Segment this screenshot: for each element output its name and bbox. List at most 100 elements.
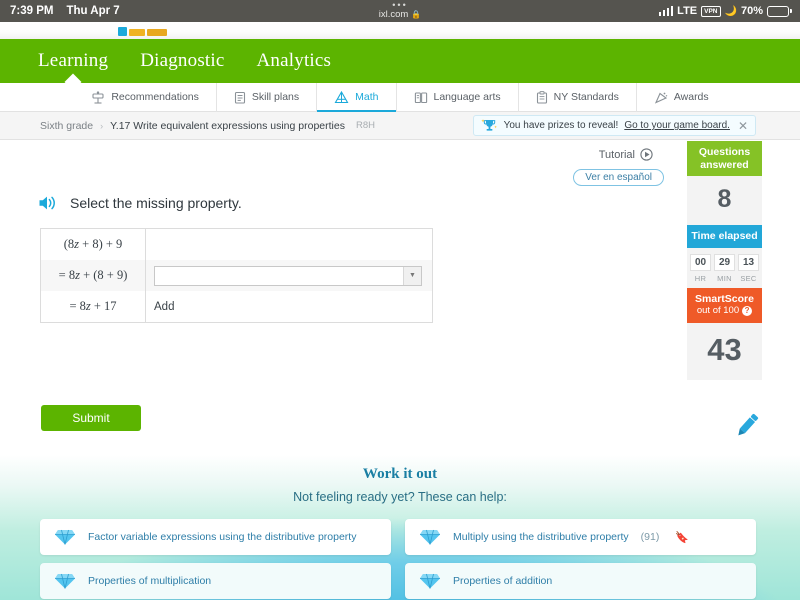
clock-hours: 00 HR — [690, 254, 711, 283]
table-row: = 8z + 17 Add — [41, 291, 432, 322]
practice-main: Select the missing property. (8z + 8) + … — [0, 140, 800, 460]
related-skill-cards: Factor variable expressions using the di… — [0, 519, 800, 599]
skill-label: Properties of addition — [453, 575, 552, 587]
language-arts-icon — [414, 91, 428, 104]
property-select-value — [155, 267, 403, 285]
prize-banner: You have prizes to reveal! Go to your ga… — [473, 115, 756, 136]
standards-icon — [536, 91, 548, 104]
skill-label: Factor variable expressions using the di… — [88, 531, 356, 543]
bookmark-icon[interactable]: 🔖 — [675, 531, 689, 544]
breadcrumb: Sixth grade › Y.17 Write equivalent expr… — [0, 120, 375, 132]
ios-status-bar: 7:39 PM Thu Apr 7 ••• ixl.com 🔒 LTE VPN … — [0, 0, 800, 22]
prize-text: You have prizes to reveal! — [504, 120, 619, 131]
subject-tab-bar: Recommendations Skill plans Math — [0, 83, 800, 112]
clock-hours-value: 00 — [690, 254, 711, 271]
game-board-link[interactable]: Go to your game board. — [624, 120, 730, 131]
clock-minutes: 29 MIN — [714, 254, 735, 283]
score-rail: Questions answered 8 Time elapsed 00 HR … — [687, 141, 762, 380]
trophy-icon — [481, 118, 498, 133]
nav-item-analytics[interactable]: Analytics — [257, 50, 332, 72]
logo-block-gold — [147, 29, 167, 36]
expression-table: (8z + 8) + 9 = 8z + (8 + 9) ▼ — [40, 228, 433, 323]
recommendations-icon — [91, 91, 105, 104]
moon-icon: 🌙 — [725, 6, 737, 17]
skill-count: (91) — [641, 531, 660, 543]
clock-minutes-label: MIN — [717, 274, 732, 283]
logo-block-blue — [118, 27, 127, 36]
tab-math[interactable]: Math — [317, 83, 396, 112]
tutorial-link[interactable]: Tutorial — [599, 148, 653, 161]
breadcrumb-grade[interactable]: Sixth grade — [40, 120, 93, 132]
submit-button[interactable]: Submit — [41, 405, 141, 431]
list-item[interactable]: Multiply using the distributive property… — [405, 519, 756, 555]
skill-label: Multiply using the distributive property — [453, 531, 629, 543]
tab-recommendations[interactable]: Recommendations — [74, 83, 217, 112]
property-cell-text: Add — [146, 291, 432, 322]
smartscore-sub: out of 100 ? — [689, 305, 760, 318]
status-bar-right: LTE VPN 🌙 70% — [659, 0, 792, 22]
expression-text-1: 8z + (8 + 9) — [69, 268, 128, 283]
primary-nav-items: Learning Diagnostic Analytics — [0, 50, 331, 72]
list-item[interactable]: Properties of multiplication — [40, 563, 391, 599]
smartscore-sub-text: out of 100 — [697, 305, 739, 318]
time-elapsed-clock: 00 HR 29 MIN 13 SEC — [687, 248, 762, 288]
nav-item-diagnostic[interactable]: Diagnostic — [140, 50, 224, 72]
ixl-logo[interactable] — [118, 25, 167, 36]
clock-hours-label: HR — [695, 274, 706, 283]
tab-language-arts[interactable]: Language arts — [397, 83, 519, 112]
property-cell-dropdown: ▼ — [146, 260, 432, 291]
primary-nav: Learning Diagnostic Analytics — [0, 39, 800, 83]
tab-overview-dots-icon: ••• — [392, 2, 407, 9]
gem-icon — [419, 528, 441, 546]
lock-icon: 🔒 — [411, 9, 421, 20]
list-item[interactable]: Factor variable expressions using the di… — [40, 519, 391, 555]
nav-item-learning[interactable]: Learning — [38, 50, 108, 72]
speaker-icon[interactable] — [38, 194, 58, 212]
clock-seconds-label: SEC — [740, 274, 756, 283]
pencil-icon[interactable] — [730, 408, 764, 442]
clock-seconds-value: 13 — [738, 254, 759, 271]
tab-awards[interactable]: Awards — [637, 83, 726, 112]
expression-text-2: 8z + 17 — [80, 299, 117, 314]
gem-icon — [54, 528, 76, 546]
close-icon[interactable]: ✕ — [738, 119, 748, 133]
chevron-down-icon[interactable]: ▼ — [403, 267, 421, 285]
ixl-skill-practice-page: 7:39 PM Thu Apr 7 ••• ixl.com 🔒 LTE VPN … — [0, 0, 800, 600]
clock-seconds: 13 SEC — [738, 254, 759, 283]
tab-ny-standards[interactable]: NY Standards — [519, 83, 637, 112]
expression-text-0: (8z + 8) + 9 — [64, 237, 123, 252]
tab-label: Language arts — [434, 91, 501, 103]
expression-cell: = 8z + 17 — [41, 291, 146, 322]
breadcrumb-separator-icon: › — [100, 121, 103, 131]
work-it-out-subtitle: Not feeling ready yet? These can help: — [0, 490, 800, 504]
gem-icon — [54, 572, 76, 590]
logo-block-yellow — [129, 29, 145, 36]
table-row: (8z + 8) + 9 — [41, 229, 432, 260]
questions-answered-value: 8 — [687, 176, 762, 225]
property-cell-empty — [146, 229, 432, 260]
play-circle-icon — [640, 148, 653, 161]
gem-icon — [419, 572, 441, 590]
question-text: Select the missing property. — [70, 195, 242, 211]
spanish-toggle-button[interactable]: Ver en español — [573, 169, 664, 186]
skill-plans-icon — [234, 91, 246, 104]
property-select[interactable]: ▼ — [154, 266, 422, 286]
help-icon[interactable]: ? — [742, 306, 752, 316]
battery-icon — [767, 6, 792, 17]
tab-label: Awards — [674, 91, 709, 103]
url-host: ixl.com — [379, 9, 409, 20]
vpn-badge: VPN — [701, 6, 720, 17]
smartscore-label: SmartScore — [689, 293, 760, 306]
work-it-out-section: Work it out Not feeling ready yet? These… — [0, 455, 800, 600]
question-prompt-row: Select the missing property. — [38, 194, 242, 212]
url-text: ixl.com 🔒 — [379, 9, 422, 20]
tab-skill-plans[interactable]: Skill plans — [217, 83, 317, 112]
work-it-out-title: Work it out — [0, 466, 800, 483]
smartscore-value: 43 — [687, 323, 762, 380]
questions-answered-header: Questions answered — [687, 141, 762, 176]
tab-label: Math — [355, 91, 378, 103]
battery-percent: 70% — [741, 5, 763, 17]
smartscore-header: SmartScore out of 100 ? — [687, 288, 762, 323]
expression-cell: (8z + 8) + 9 — [41, 229, 146, 260]
list-item[interactable]: Properties of addition — [405, 563, 756, 599]
